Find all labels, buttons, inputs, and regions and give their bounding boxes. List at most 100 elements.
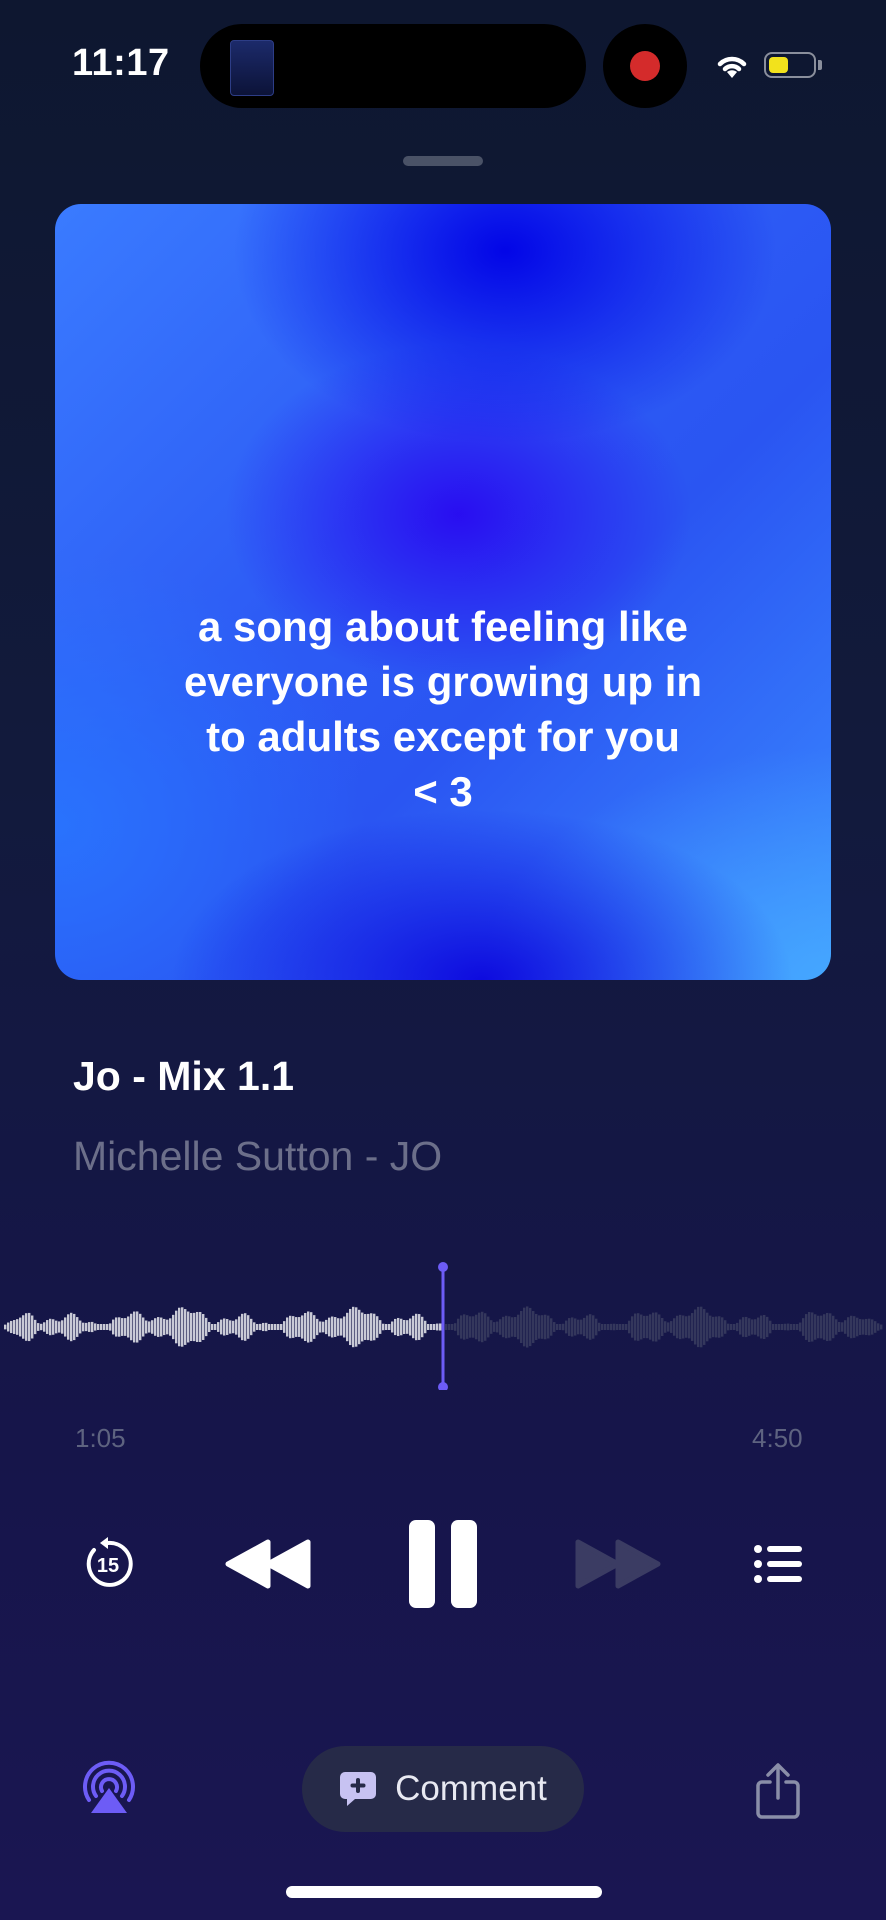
waveform-bar <box>520 1310 523 1344</box>
sheet-grabber[interactable] <box>403 156 483 166</box>
waveform-bar <box>868 1318 871 1336</box>
waveform-bar <box>763 1314 766 1340</box>
waveform-bar <box>133 1311 136 1343</box>
waveform-bar <box>88 1322 91 1332</box>
rewind-button[interactable] <box>218 1510 318 1618</box>
waveform-bar <box>463 1314 466 1340</box>
waveform-bar <box>292 1316 295 1338</box>
waveform-bar <box>202 1314 205 1340</box>
album-artwork: a song about feeling like everyone is gr… <box>55 204 831 980</box>
waveform-bar <box>514 1317 517 1337</box>
waveform-bar <box>280 1324 283 1330</box>
home-indicator[interactable] <box>286 1886 602 1898</box>
share-icon[interactable] <box>754 1762 802 1820</box>
track-artist[interactable]: Michelle Sutton - JO <box>73 1133 442 1180</box>
waveform-bar <box>289 1315 292 1339</box>
waveform-bar <box>7 1322 10 1332</box>
waveform-bar <box>616 1324 619 1330</box>
waveform-bar <box>4 1324 7 1330</box>
waveform-bar <box>130 1313 133 1341</box>
waveform-bar <box>226 1319 229 1335</box>
waveform-bar <box>730 1324 733 1330</box>
waveform-bar <box>124 1318 127 1336</box>
waveform-bar <box>742 1317 745 1337</box>
waveform-bar <box>115 1317 118 1337</box>
waveform-bar <box>25 1313 28 1341</box>
waveform-bar <box>259 1323 262 1331</box>
rewind-icon <box>225 1539 311 1589</box>
waveform-bar <box>436 1323 439 1331</box>
waveform-bar <box>172 1314 175 1340</box>
waveform-bar <box>169 1318 172 1336</box>
waveform-bar <box>301 1315 304 1339</box>
waveform-bar <box>235 1319 238 1335</box>
waveform-bar <box>403 1319 406 1335</box>
waveform-bar <box>688 1315 691 1339</box>
waveform-bar <box>28 1312 31 1342</box>
waveform-bar <box>778 1324 781 1330</box>
waveform-bar <box>508 1316 511 1338</box>
waveform-bar <box>631 1316 634 1338</box>
skip-back-15-button[interactable]: 15 <box>72 1510 144 1618</box>
waveform-bar <box>835 1319 838 1335</box>
waveform-bar <box>553 1322 556 1332</box>
waveform-bar <box>709 1315 712 1339</box>
waveform-bar <box>793 1324 796 1330</box>
comment-button[interactable]: Comment <box>302 1746 584 1832</box>
waveform-bar <box>397 1317 400 1337</box>
waveform-bar <box>622 1324 625 1330</box>
waveform-bar <box>307 1311 310 1343</box>
fast-forward-button[interactable] <box>568 1510 668 1618</box>
waveform-bar <box>58 1321 61 1333</box>
queue-button[interactable] <box>746 1510 810 1618</box>
waveform-bar <box>595 1318 598 1336</box>
waveform-bar <box>613 1323 616 1331</box>
waveform-bar <box>76 1317 79 1337</box>
waveform-bar <box>55 1320 58 1334</box>
waveform-bar <box>607 1324 610 1330</box>
waveform-bar <box>229 1320 232 1334</box>
waveform-bar <box>67 1314 70 1340</box>
waveform-bar <box>862 1319 865 1335</box>
waveform-bar <box>517 1314 520 1340</box>
waveform-bar <box>658 1314 661 1340</box>
waveform-bar <box>298 1317 301 1337</box>
waveform-bar <box>118 1317 121 1337</box>
playhead-bottom-knob <box>438 1382 448 1390</box>
waveform-bar <box>109 1323 112 1331</box>
waveform-bar <box>697 1306 700 1348</box>
waveform-bar <box>406 1320 409 1334</box>
waveform-bar <box>451 1324 454 1330</box>
waveform-bar <box>670 1321 673 1333</box>
waveform-bar <box>376 1316 379 1338</box>
waveform-bar <box>661 1318 664 1336</box>
waveform-bar <box>547 1315 550 1339</box>
waveform-bar <box>727 1323 730 1331</box>
waveform-bar <box>838 1321 841 1333</box>
airplay-icon[interactable] <box>80 1758 138 1816</box>
waveform-bar <box>739 1319 742 1335</box>
waveform-bar <box>850 1315 853 1339</box>
waveform-scrubber[interactable] <box>0 1260 886 1390</box>
waveform-bar <box>832 1315 835 1339</box>
status-time: 11:17 <box>72 42 170 84</box>
waveform-bar <box>685 1316 688 1338</box>
waveform-bar <box>184 1309 187 1345</box>
waveform-bar <box>223 1318 226 1336</box>
skip-back-15-icon: 15 <box>86 1537 133 1587</box>
waveform-bar <box>601 1324 604 1330</box>
waveform-bar <box>823 1314 826 1340</box>
elapsed-time: 1:05 <box>75 1423 126 1453</box>
waveform-bar <box>796 1324 799 1330</box>
waveform-bar <box>364 1314 367 1340</box>
waveform-bar <box>880 1324 883 1330</box>
waveform-bar <box>628 1320 631 1334</box>
waveform-bar <box>820 1315 823 1339</box>
waveform-bar <box>826 1312 829 1342</box>
waveform-bar <box>745 1316 748 1338</box>
waveform-bar <box>649 1314 652 1340</box>
waveform-bar <box>460 1315 463 1339</box>
waveform-bar <box>541 1315 544 1339</box>
pause-button[interactable] <box>398 1510 488 1618</box>
waveform-bar <box>427 1324 430 1330</box>
